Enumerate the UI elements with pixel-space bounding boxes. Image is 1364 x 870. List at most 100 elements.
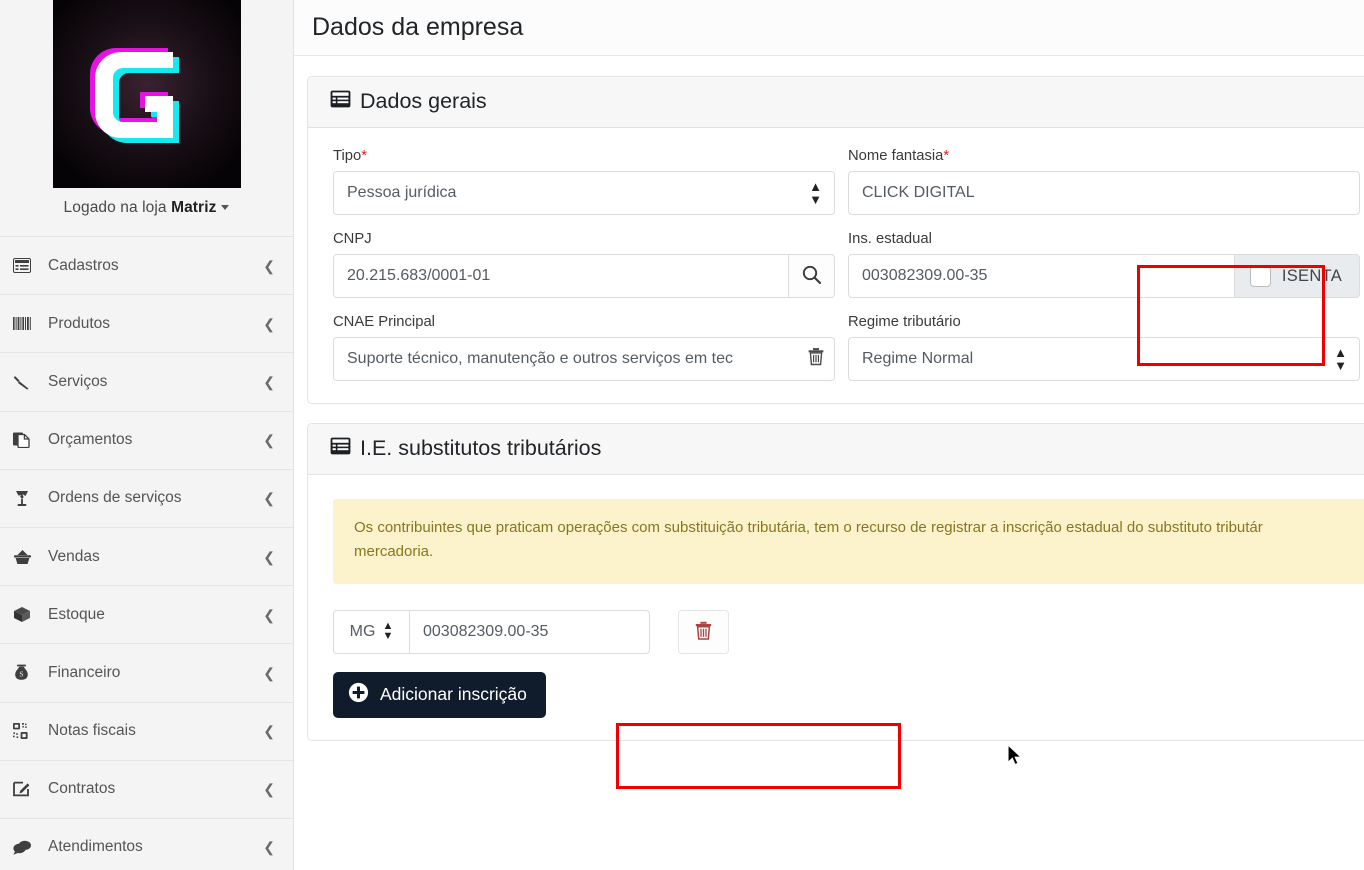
sidebar-item-label: Atendimentos	[48, 838, 143, 856]
list-box-icon	[330, 90, 351, 113]
isenta-checkbox[interactable]	[1249, 265, 1271, 287]
sidebar-item-label: Produtos	[48, 314, 111, 332]
screwdriver-icon	[13, 372, 39, 392]
sidebar-item-contratos[interactable]: Contratos ❮	[0, 760, 293, 819]
chevron-left-icon: ❮	[263, 548, 275, 565]
chevron-left-icon: ❮	[263, 257, 275, 274]
cnae-input[interactable]	[333, 337, 835, 381]
ie-substitutos-card: I.E. substitutos tributários Os contribu…	[307, 423, 1364, 741]
isenta-addon: ISENTA	[1233, 254, 1360, 298]
card-title: I.E. substitutos tributários	[360, 436, 602, 460]
sidebar-item-label: Serviços	[48, 372, 108, 390]
chevron-left-icon: ❮	[263, 315, 275, 332]
chat-bubbles-icon	[13, 837, 39, 857]
sidebar-item-ordens-de-servicos[interactable]: Ordens de serviços ❮	[0, 469, 293, 528]
brand-block: Logado na loja Matriz	[0, 0, 293, 236]
regime-select[interactable]	[848, 337, 1360, 381]
chevron-down-icon	[221, 205, 230, 210]
uf-select[interactable]: MG ▲ ▼	[333, 609, 410, 654]
alert-line-2: mercadoria.	[354, 543, 434, 561]
alert-line-1: Os contribuintes que praticam operações …	[354, 519, 1263, 536]
copy-files-icon	[13, 430, 39, 450]
store-selector[interactable]: Logado na loja Matriz	[0, 188, 293, 230]
required-marker: *	[943, 148, 950, 164]
cnpj-input[interactable]	[333, 254, 789, 298]
sidebar-item-atendimentos[interactable]: Atendimentos ❮	[0, 818, 293, 870]
card-title: Dados gerais	[360, 89, 487, 113]
dados-gerais-card-header: Dados gerais	[308, 77, 1364, 128]
chevron-left-icon: ❮	[263, 781, 275, 798]
sidebar-item-orcamentos[interactable]: Orçamentos ❮	[0, 411, 293, 470]
qr-code-icon	[13, 721, 39, 741]
chevron-left-icon: ❮	[263, 432, 275, 449]
regime-label: Regime tributário	[848, 314, 961, 330]
store-prefix-label: Logado na loja	[63, 199, 172, 216]
cnpj-field-group: CNPJ	[333, 231, 835, 314]
required-marker: *	[361, 148, 368, 164]
dados-gerais-card: Dados gerais Tipo* ▲▼	[307, 76, 1364, 404]
sidebar-item-servicos[interactable]: Serviços ❮	[0, 353, 293, 412]
sidebar-item-vendas[interactable]: Vendas ❮	[0, 527, 293, 587]
plus-circle-icon	[348, 682, 369, 708]
barcode-icon	[13, 314, 39, 334]
cnpj-label: CNPJ	[333, 231, 372, 247]
cnae-field-group: CNAE Principal	[333, 314, 835, 381]
sidebar-nav: Cadastros ❮ Produtos ❮ Serviços ❮ Orçame…	[0, 236, 293, 870]
sidebar-item-produtos[interactable]: Produtos ❮	[0, 295, 293, 354]
ins-estadual-field-group: Ins. estadual ISENTA	[848, 231, 1360, 314]
chevron-left-icon: ❮	[263, 606, 275, 623]
sidebar-item-label: Orçamentos	[48, 431, 133, 449]
tipo-field-group: Tipo* ▲▼	[333, 148, 835, 231]
ie-substitutos-card-body: Os contribuintes que praticam operações …	[308, 475, 1364, 740]
mouse-cursor	[1007, 743, 1024, 773]
nome-fantasia-field-group: Nome fantasia*	[848, 148, 1360, 231]
uf-value: MG	[349, 622, 376, 640]
sidebar-item-label: Cadastros	[48, 256, 119, 274]
trash-icon[interactable]	[808, 348, 824, 371]
substituicao-info-alert: Os contribuintes que praticam operações …	[333, 499, 1364, 584]
main-content: Dados da empresa Dados gerais Tipo* Pess…	[294, 0, 1364, 870]
chevron-left-icon: ❮	[263, 723, 275, 740]
tipo-select[interactable]	[333, 171, 835, 215]
delete-ie-button[interactable]	[678, 609, 729, 654]
ie-substituto-row: MG ▲ ▼	[333, 609, 1364, 654]
form-row-3: CNAE Principal Regime tributário	[333, 314, 1364, 381]
basket-icon	[13, 547, 39, 567]
chevron-left-icon: ❮	[263, 664, 275, 681]
company-logo	[52, 0, 241, 188]
ie-substituto-input[interactable]	[410, 609, 650, 654]
nome-fantasia-input[interactable]	[848, 171, 1360, 215]
dados-gerais-card-body: Tipo* ▲▼ Nome fantasia*	[308, 128, 1364, 403]
list-box-icon	[13, 256, 39, 276]
sidebar-item-notas-fiscais[interactable]: Notas fiscais ❮	[0, 702, 293, 761]
svg-text:S: S	[19, 670, 23, 679]
list-box-icon	[330, 437, 351, 460]
sidebar-item-estoque[interactable]: Estoque ❮	[0, 586, 293, 645]
edit-square-icon	[13, 779, 39, 799]
cnae-label: CNAE Principal	[333, 314, 435, 330]
money-bag-icon: S	[13, 663, 39, 683]
ins-estadual-label: Ins. estadual	[848, 231, 932, 247]
ins-estadual-input[interactable]	[848, 254, 1234, 298]
broken-glass-icon	[13, 488, 39, 508]
chevron-left-icon: ❮	[263, 373, 275, 390]
select-updown-icon: ▲ ▼	[382, 620, 394, 642]
sidebar-item-label: Contratos	[48, 780, 116, 798]
add-inscricao-button[interactable]: Adicionar inscrição	[333, 671, 546, 718]
sidebar-item-label: Estoque	[48, 605, 105, 623]
isenta-label: ISENTA	[1281, 266, 1342, 285]
trash-icon	[695, 621, 712, 643]
sidebar-item-cadastros[interactable]: Cadastros ❮	[0, 237, 293, 296]
app-root: Logado na loja Matriz Cadastros ❮ Produt…	[0, 0, 1364, 870]
form-row-1: Tipo* ▲▼ Nome fantasia*	[333, 148, 1364, 231]
sidebar-item-financeiro[interactable]: S Financeiro ❮	[0, 644, 293, 703]
sidebar-item-label: Vendas	[48, 547, 100, 565]
tipo-label: Tipo*	[333, 148, 368, 164]
ie-substitutos-card-header: I.E. substitutos tributários	[308, 424, 1364, 475]
box-icon	[13, 605, 39, 625]
page-title: Dados da empresa	[312, 13, 524, 41]
regime-field-group: Regime tributário ▲▼	[848, 314, 1360, 381]
store-name: Matriz	[171, 199, 217, 216]
cnpj-search-button[interactable]	[788, 254, 835, 298]
sidebar: Logado na loja Matriz Cadastros ❮ Produt…	[0, 0, 294, 870]
